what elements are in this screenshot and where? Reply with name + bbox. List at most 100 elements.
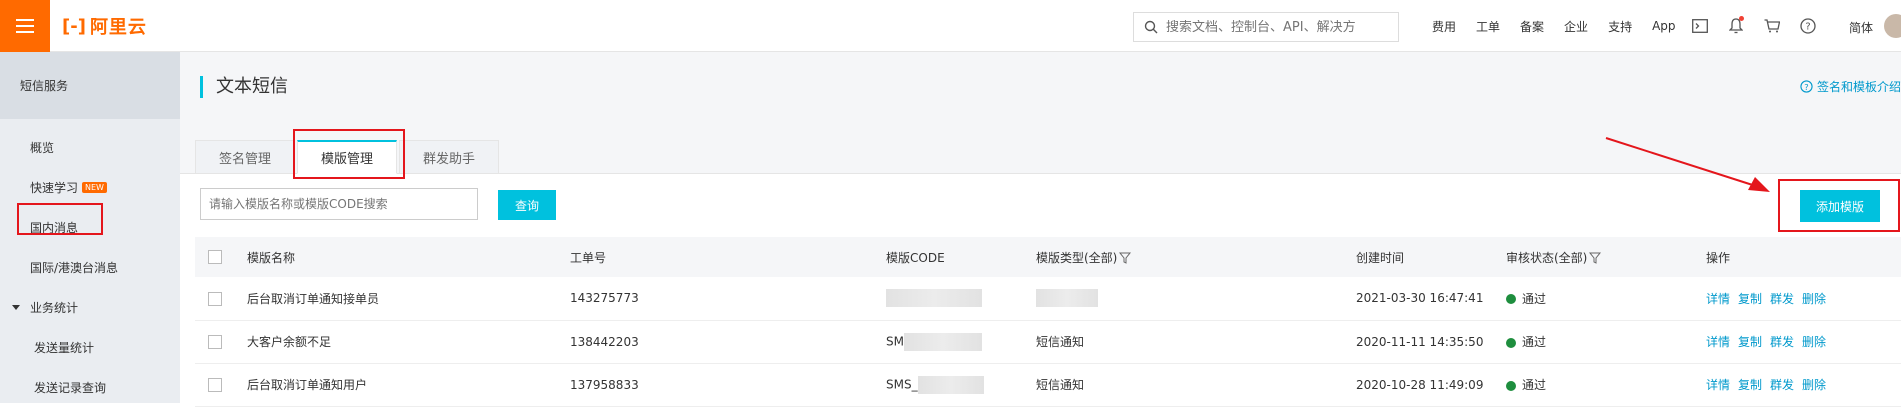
bulk-send-link[interactable]: 群发 [1770,292,1794,306]
col-status[interactable]: 审核状态(全部) [1506,237,1706,277]
delete-link[interactable]: 删除 [1802,335,1826,349]
tab-bulk-send[interactable]: 群发助手 [399,140,499,174]
search-icon [1144,20,1158,34]
search-box[interactable] [1133,12,1399,42]
cell-ops: 详情 复制 群发 删除 [1706,363,1901,407]
status-ok-icon [1506,380,1516,391]
search-input[interactable] [1166,19,1386,35]
sidebar-item-label: 业务统计 [30,300,79,315]
sidebar-item-label: 快速学习 [30,180,79,195]
col-status-label: 审核状态(全部) [1506,250,1588,265]
table-row: 后台取消订单通知用户 137958833 SMS_ 短信通知 2020-10-2… [195,363,1901,407]
status-label: 通过 [1522,335,1547,349]
header-links: 费用 工单 备案 企业 支持 App [1432,0,1696,52]
nav-link-tickets[interactable]: 工单 [1476,18,1500,35]
table-header-row: 模版名称 工单号 模版CODE 模版类型(全部) 创建时间 审核状态(全部) 操… [195,237,1901,277]
template-table: 模版名称 工单号 模版CODE 模版类型(全部) 创建时间 审核状态(全部) 操… [195,237,1901,407]
cell-status: 通过 [1506,277,1706,321]
sidebar-item-international[interactable]: 国际/港澳台消息 [0,247,180,287]
help-icon[interactable]: ? [1798,16,1818,36]
menu-button[interactable] [0,0,50,52]
details-link[interactable]: 详情 [1706,292,1730,306]
bulk-send-link[interactable]: 群发 [1770,378,1794,392]
bulk-send-link[interactable]: 群发 [1770,335,1794,349]
row-select-cell [195,363,247,407]
delete-link[interactable]: 删除 [1802,378,1826,392]
tab-signatures[interactable]: 签名管理 [195,140,295,174]
copy-link[interactable]: 复制 [1738,292,1762,306]
redacted-code [903,332,982,351]
cell-ops: 详情 复制 群发 删除 [1706,277,1901,321]
col-ops: 操作 [1706,237,1901,277]
cart-icon[interactable] [1762,16,1782,36]
nav-link-app[interactable]: App [1652,19,1675,33]
sidebar-item-send-volume[interactable]: 发送量统计 [0,327,180,367]
row-checkbox[interactable] [208,377,222,392]
row-select-cell [195,320,247,364]
sidebar-item-label: 发送量统计 [34,340,95,355]
redacted-type [1036,289,1098,308]
sidebar-item-overview[interactable]: 概览 [0,127,180,167]
filter-icon[interactable] [1589,252,1602,264]
avatar[interactable] [1884,14,1901,38]
details-link[interactable]: 详情 [1706,335,1730,349]
row-checkbox[interactable] [208,291,222,306]
delete-link[interactable]: 删除 [1802,292,1826,306]
bell-icon[interactable] [1726,16,1746,36]
cell-status: 通过 [1506,320,1706,364]
svg-text:?: ? [1805,22,1810,33]
help-link[interactable]: ? 签名和模板介绍 [1800,78,1901,95]
cell-name: 后台取消订单通知用户 [247,363,570,407]
template-search-input[interactable] [200,188,478,220]
status-ok-icon [1506,294,1516,305]
copy-link[interactable]: 复制 [1738,335,1762,349]
cell-type [1036,277,1356,321]
col-name: 模版名称 [247,237,570,277]
tab-label: 签名管理 [218,151,271,167]
cell-code: SMS_ [886,363,1036,407]
header-icons: ? [1690,0,1834,52]
nav-link-icp[interactable]: 备案 [1520,18,1544,35]
code-prefix: SM [886,334,904,348]
hamburger-icon [16,19,34,33]
table-row: 大客户余额不足 138442203 SM 短信通知 2020-11-11 14:… [195,320,1901,364]
nav-link-fees[interactable]: 费用 [1432,18,1456,35]
help-circle-icon: ? [1800,80,1813,93]
details-link[interactable]: 详情 [1706,378,1730,392]
row-checkbox[interactable] [208,334,222,349]
code-prefix: SMS_ [886,377,918,391]
redacted-code [917,375,984,394]
highlight-domestic [17,203,103,235]
select-all-checkbox[interactable] [208,250,222,265]
terminal-icon[interactable] [1690,16,1710,36]
cell-type: 短信通知 [1036,363,1356,407]
svg-text:?: ? [1804,82,1808,92]
nav-link-enterprise[interactable]: 企业 [1564,18,1588,35]
logo[interactable]: [-] 阿里云 [62,13,147,39]
highlight-add-button [1778,179,1900,232]
sidebar-item-label: 发送记录查询 [34,380,107,395]
col-type[interactable]: 模版类型(全部) [1036,237,1356,277]
cell-name: 后台取消订单通知接单员 [247,277,570,321]
language-switch[interactable]: 简体 [1849,19,1873,36]
cell-ticket: 143275773 [570,277,886,321]
sidebar-group-stats[interactable]: 业务统计 [0,287,180,327]
cell-code: SM [886,320,1036,364]
filter-icon[interactable] [1119,252,1132,264]
status-ok-icon [1506,337,1516,348]
sidebar-item-quick-learn[interactable]: 快速学习 NEW [0,167,180,207]
status-label: 通过 [1522,378,1547,392]
logo-text: 阿里云 [89,17,147,38]
select-all-cell [195,237,247,277]
title-accent-bar [200,76,203,98]
highlight-templates-tab [293,129,405,179]
nav-link-support[interactable]: 支持 [1608,18,1632,35]
query-button[interactable]: 查询 [498,190,556,220]
copy-link[interactable]: 复制 [1738,378,1762,392]
caret-down-icon [12,304,20,310]
cell-ticket: 137958833 [570,363,886,407]
cell-created: 2020-10-28 11:49:09 [1356,363,1506,407]
aliyun-logo-icon: [-] [62,15,86,37]
sidebar-item-send-records[interactable]: 发送记录查询 [0,367,180,407]
cell-created: 2021-03-30 16:47:41 [1356,277,1506,321]
